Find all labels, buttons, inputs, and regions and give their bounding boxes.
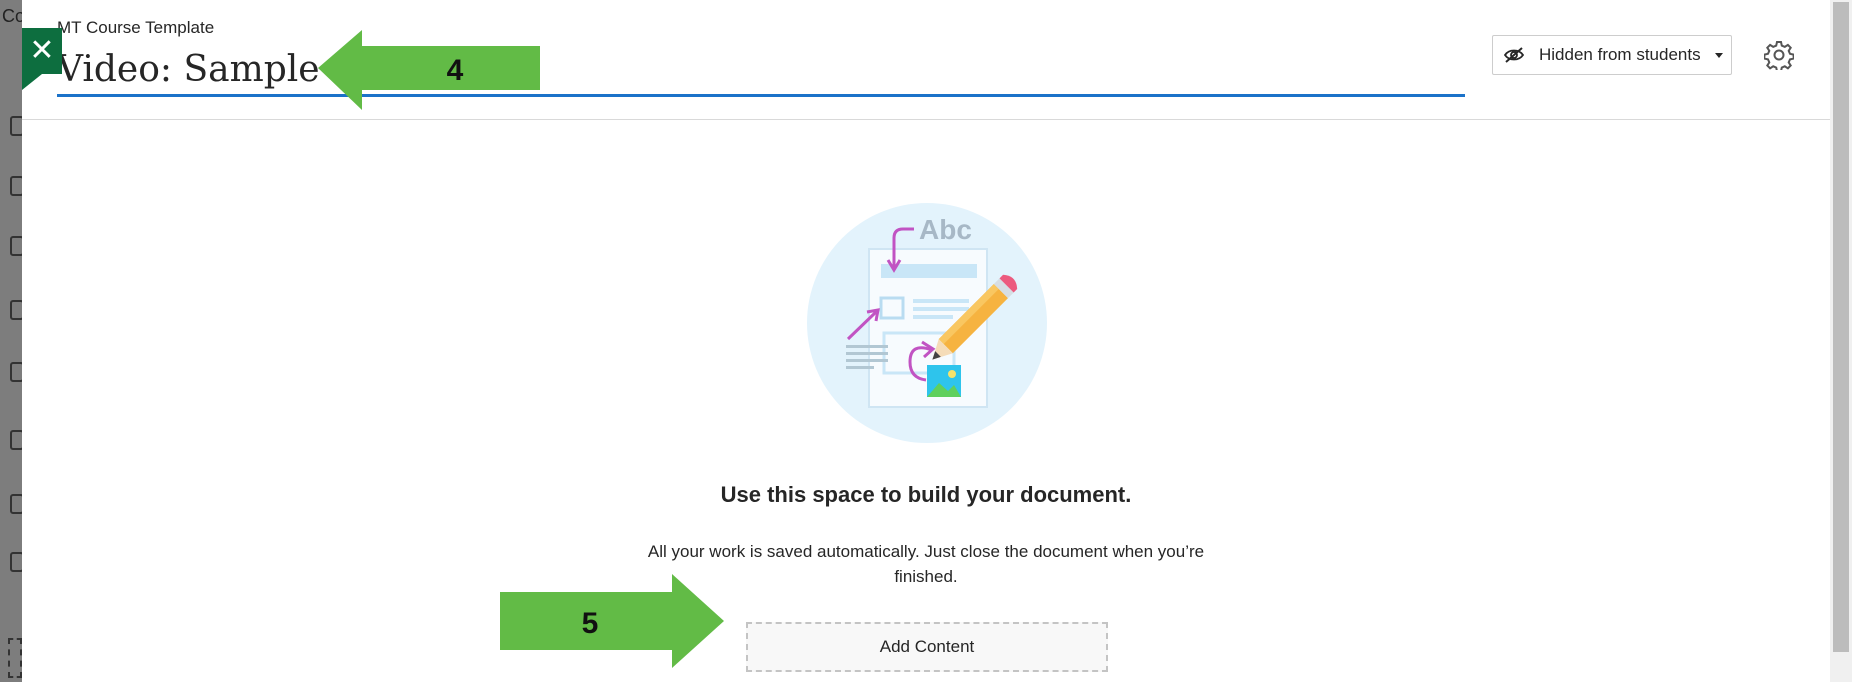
annotation-number-5: 5	[582, 607, 599, 640]
annotation-number-4: 4	[447, 54, 464, 87]
caret-down-icon	[1714, 52, 1723, 58]
add-content-button[interactable]: Add Content	[746, 622, 1108, 672]
empty-document-illustration: Abc	[807, 203, 1047, 443]
close-icon: ✕	[29, 33, 55, 68]
document-panel: MT Course Template Hidden from students	[22, 0, 1830, 682]
background-dashed-box	[8, 638, 22, 678]
annotation-arrow-4: 4	[318, 30, 540, 110]
eye-slash-icon	[1503, 47, 1525, 63]
annotation-arrow-5: 5	[500, 574, 724, 668]
scrollbar-thumb[interactable]	[1833, 2, 1849, 652]
scrollbar[interactable]	[1830, 0, 1852, 682]
empty-state-title: Use this space to build your document.	[720, 482, 1132, 507]
close-button-tab	[22, 74, 42, 90]
gear-icon[interactable]	[1764, 40, 1794, 70]
visibility-label: Hidden from students	[1539, 45, 1701, 64]
background-page: Co	[0, 0, 25, 682]
illustration-text: Abc	[919, 214, 972, 245]
course-name: MT Course Template	[57, 18, 215, 37]
panel-header: MT Course Template Hidden from students	[22, 0, 1830, 120]
document-title-input[interactable]	[57, 44, 1465, 97]
visibility-dropdown[interactable]: Hidden from students	[1492, 35, 1732, 75]
close-button[interactable]: ✕	[22, 28, 62, 90]
